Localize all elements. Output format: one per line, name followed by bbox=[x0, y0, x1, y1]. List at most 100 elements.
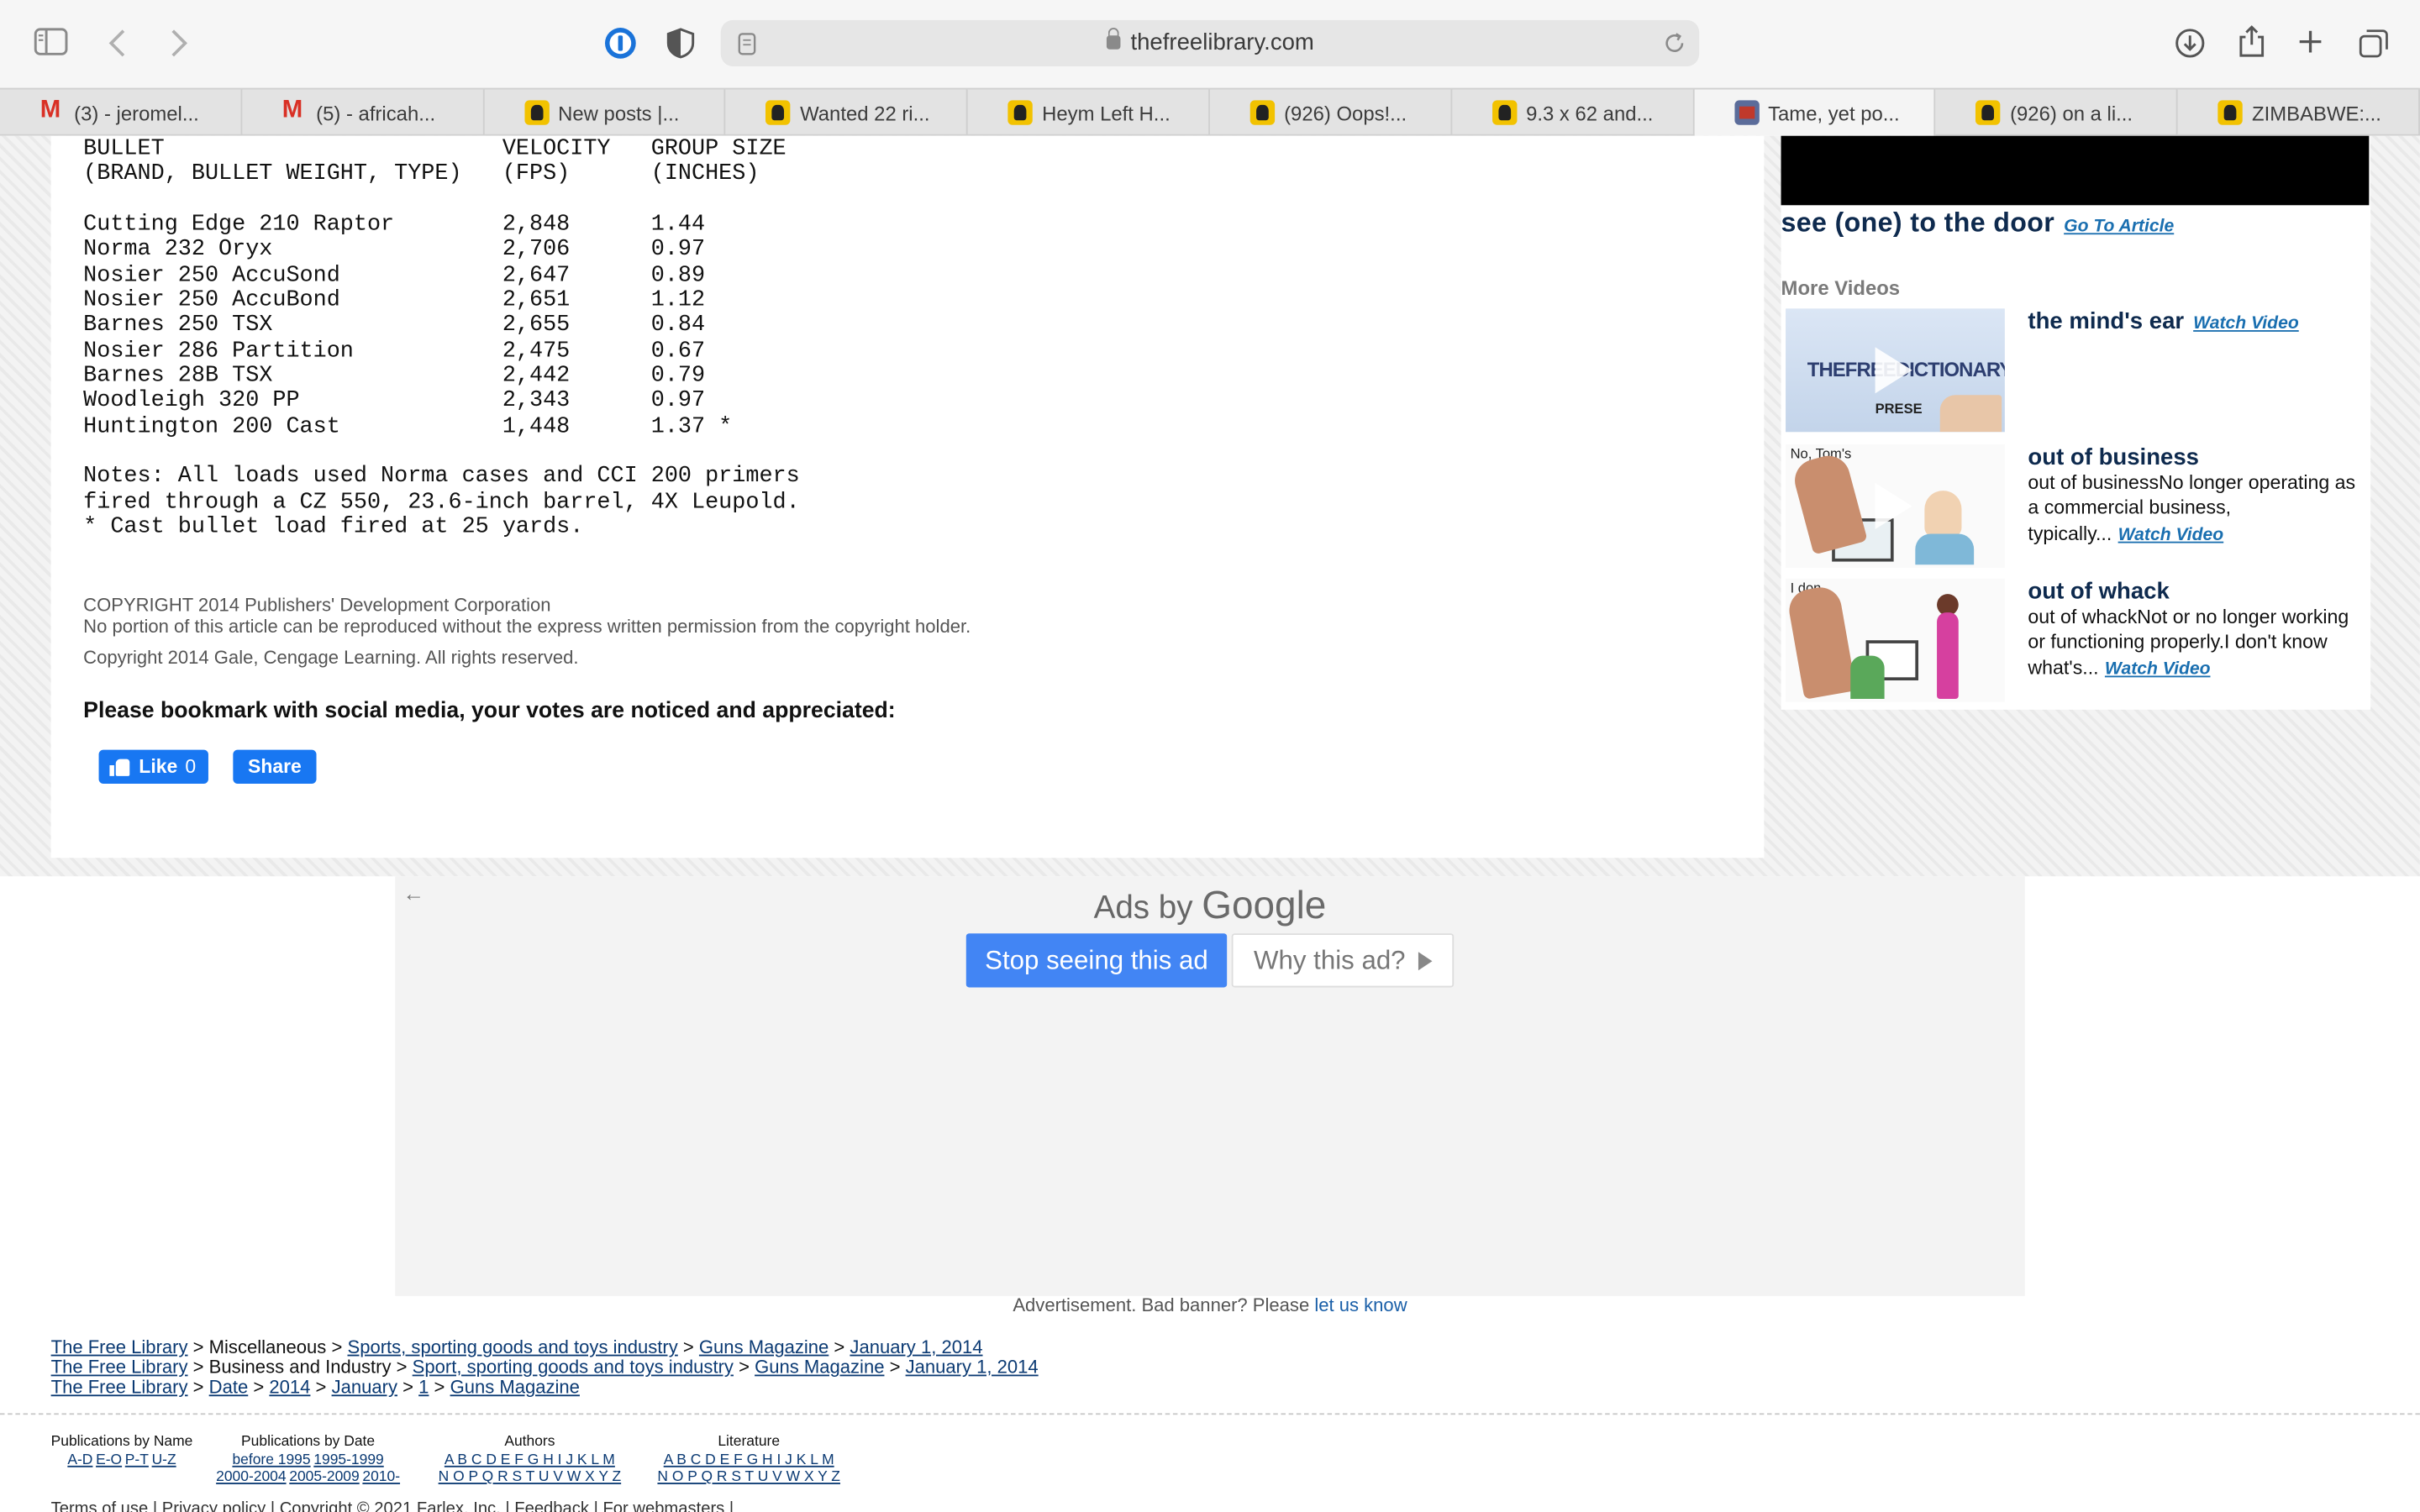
url-text: thefreelibrary.com bbox=[721, 28, 1699, 56]
facebook-like-button[interactable]: Like 0 bbox=[98, 749, 208, 785]
breadcrumb-link[interactable]: 1 bbox=[418, 1376, 429, 1398]
footer-literature: Literature A B C D E F G H I J K L M N O… bbox=[656, 1433, 842, 1486]
google-ad-frame: ← Ads by Google Stop seeing this ad Why … bbox=[395, 876, 2025, 1296]
browser-tab[interactable]: Wanted 22 ri... bbox=[726, 89, 968, 136]
play-icon bbox=[1875, 482, 1912, 529]
hand-illustration bbox=[1939, 395, 2002, 433]
footer-letter-links[interactable]: N O P Q R S T U V W X Y Z bbox=[657, 1469, 840, 1486]
sidebar-toggle-icon[interactable] bbox=[34, 28, 68, 55]
forward-arrow-icon[interactable] bbox=[166, 28, 191, 59]
footer-letter-links[interactable]: A B C D E F G H I J K L M bbox=[664, 1451, 834, 1467]
video-item[interactable]: THEFREEDICTIONARY PRESE the mind's ear Wa… bbox=[1786, 308, 2366, 433]
hand-illustration bbox=[1786, 584, 1857, 700]
let-us-know-link[interactable]: let us know bbox=[1314, 1294, 1407, 1316]
footer-letter-links[interactable]: A B C D E F G H I J K L M bbox=[445, 1451, 615, 1467]
address-bar[interactable]: thefreelibrary.com bbox=[720, 19, 1700, 66]
footer-links: A-D E-O P-T U-Z bbox=[51, 1451, 193, 1468]
footer-divider bbox=[0, 1413, 2420, 1415]
footer-heading: Literature bbox=[718, 1433, 781, 1451]
reload-icon[interactable] bbox=[1662, 31, 1686, 55]
breadcrumb-separator: > bbox=[391, 1356, 413, 1378]
footer-links: before 1995 1995-1999 bbox=[214, 1451, 402, 1468]
password-manager-icon[interactable] bbox=[603, 26, 637, 60]
tab-label: Tame, yet po... bbox=[1768, 101, 1900, 124]
video-title: out of business bbox=[2028, 444, 2200, 471]
footer-link[interactable]: P-T bbox=[125, 1451, 149, 1467]
video-description: out of whackNot or no longer working or … bbox=[2028, 605, 2360, 682]
browser-tab[interactable]: (5) - africah... bbox=[242, 89, 484, 136]
watch-video-link[interactable]: Watch Video bbox=[2193, 315, 2299, 333]
breadcrumb-link[interactable]: Sports, sporting goods and toys industry bbox=[347, 1336, 677, 1358]
footer-link[interactable]: 2000-2004 bbox=[216, 1469, 286, 1486]
breadcrumb-link[interactable]: Guns Magazine bbox=[699, 1336, 829, 1358]
breadcrumb-link[interactable]: The Free Library bbox=[51, 1356, 188, 1378]
browser-tab[interactable]: ZIMBABWE:... bbox=[2178, 89, 2420, 136]
footer-link[interactable]: U-Z bbox=[152, 1451, 176, 1467]
new-tab-plus-icon[interactable] bbox=[2295, 26, 2326, 57]
tab-label: Heym Left H... bbox=[1042, 101, 1171, 124]
video-title-text: the mind's ear bbox=[2028, 308, 2185, 335]
video-player[interactable] bbox=[1781, 135, 2370, 206]
forum-icon bbox=[523, 100, 550, 125]
forum-icon bbox=[1491, 100, 1518, 125]
back-arrow-icon[interactable] bbox=[105, 28, 129, 59]
video-thumbnail[interactable]: THEFREEDICTIONARY PRESE bbox=[1786, 308, 2005, 433]
thumbs-up-icon bbox=[109, 758, 131, 776]
video-title: out of whack bbox=[2028, 578, 2170, 605]
browser-tab[interactable]: New posts |... bbox=[484, 89, 726, 136]
browser-tab[interactable]: (926) on a li... bbox=[1936, 89, 2178, 136]
breadcrumb-link[interactable]: Date bbox=[209, 1376, 249, 1398]
breadcrumb-link[interactable]: January bbox=[332, 1376, 397, 1398]
footer-publications-by-date: Publications by Date before 1995 1995-199… bbox=[214, 1433, 402, 1486]
url-label: thefreelibrary.com bbox=[1130, 29, 1314, 56]
facebook-share-button[interactable]: Share bbox=[233, 749, 317, 785]
footer-link[interactable]: before 1995 bbox=[232, 1451, 310, 1467]
footer-legal-links[interactable]: Terms of use | Privacy policy | Copyrigh… bbox=[51, 1499, 734, 1512]
copyright-block: COPYRIGHT 2014 Publishers' Development C… bbox=[83, 595, 971, 638]
breadcrumb-link[interactable]: 2014 bbox=[269, 1376, 310, 1398]
video-item[interactable]: I don out of whack out of whackNot or no… bbox=[1786, 578, 2366, 702]
browser-tab[interactable]: (926) Oops!... bbox=[1210, 89, 1452, 136]
tab-label: 9.3 x 62 and... bbox=[1526, 101, 1654, 124]
tab-label: (926) Oops!... bbox=[1284, 101, 1407, 124]
breadcrumb-link[interactable]: January 1, 2014 bbox=[850, 1336, 982, 1358]
watch-video-link[interactable]: Watch Video bbox=[2118, 526, 2224, 544]
thumbnail-subtext: PRESE bbox=[1875, 401, 1923, 417]
why-this-ad-button[interactable]: Why this ad? bbox=[1231, 933, 1455, 988]
browser-tab[interactable]: 9.3 x 62 and... bbox=[1452, 89, 1694, 136]
footer-link[interactable]: 1995-1999 bbox=[313, 1451, 383, 1467]
footer-letter-links[interactable]: N O P Q R S T U V W X Y Z bbox=[439, 1469, 622, 1486]
breadcrumb-link[interactable]: Guns Magazine bbox=[450, 1376, 580, 1398]
footer-links: N O P Q R S T U V W X Y Z bbox=[656, 1469, 842, 1487]
breadcrumb-separator: > bbox=[677, 1336, 699, 1358]
adchoices-icon bbox=[1418, 951, 1432, 970]
video-sidebar: see (one) to the door Go To Article More … bbox=[1781, 135, 2371, 710]
breadcrumb-link[interactable]: The Free Library bbox=[51, 1376, 188, 1398]
footer-link[interactable]: 2010- bbox=[362, 1469, 400, 1486]
breadcrumb-link[interactable]: The Free Library bbox=[51, 1336, 188, 1358]
browser-tab[interactable]: Heym Left H... bbox=[968, 89, 1210, 136]
breadcrumb-link[interactable]: January 1, 2014 bbox=[906, 1356, 1039, 1378]
privacy-shield-icon[interactable] bbox=[666, 26, 697, 60]
video-description: out of businessNo longer operating as a … bbox=[2028, 470, 2360, 548]
tab-overview-icon[interactable] bbox=[2357, 26, 2391, 60]
browser-tab[interactable]: (3) - jeromel... bbox=[0, 89, 242, 136]
breadcrumb-link[interactable]: Sport, sporting goods and toys industry bbox=[413, 1356, 734, 1378]
video-title: the mind's ear Watch Video bbox=[2028, 308, 2298, 334]
browser-tab[interactable]: Tame, yet po... bbox=[1693, 89, 1936, 136]
stop-seeing-ad-button[interactable]: Stop seeing this ad bbox=[965, 933, 1228, 988]
go-to-article-link[interactable]: Go To Article bbox=[2064, 218, 2174, 236]
library-icon bbox=[1733, 100, 1760, 125]
watch-video-link[interactable]: Watch Video bbox=[2105, 660, 2211, 679]
breadcrumb: The Free Library > Business and Industry… bbox=[51, 1357, 1039, 1378]
video-thumbnail[interactable]: No, Tom's bbox=[1786, 444, 2005, 568]
downloads-icon[interactable] bbox=[2173, 26, 2207, 60]
breadcrumb-link[interactable]: Guns Magazine bbox=[755, 1356, 884, 1378]
footer-link[interactable]: A-D bbox=[67, 1451, 92, 1467]
video-item[interactable]: No, Tom's out of business out of busines… bbox=[1786, 444, 2366, 568]
footer-link[interactable]: 2005-2009 bbox=[289, 1469, 359, 1486]
breadcrumb-separator: > bbox=[326, 1336, 348, 1358]
footer-link[interactable]: E-O bbox=[96, 1451, 122, 1467]
video-thumbnail[interactable]: I don bbox=[1786, 578, 2005, 702]
share-icon[interactable] bbox=[2236, 24, 2267, 60]
